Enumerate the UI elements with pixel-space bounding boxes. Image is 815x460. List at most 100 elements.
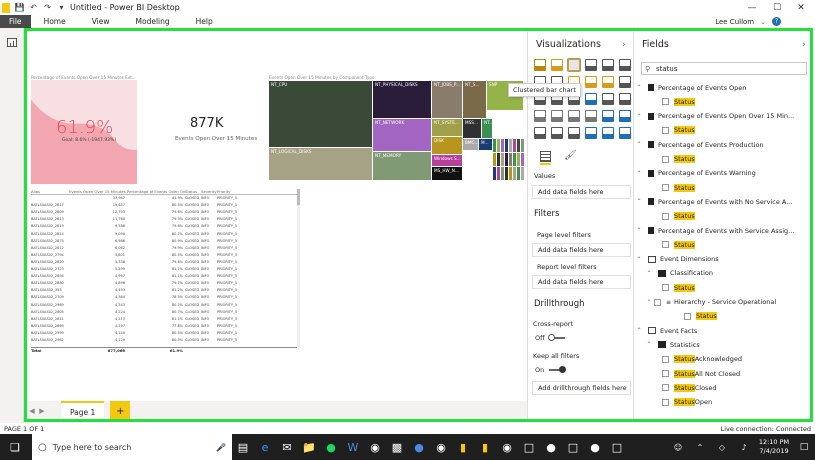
visual-type-icon[interactable] bbox=[585, 59, 597, 71]
page-filters-drop-zone[interactable]: Add data fields here bbox=[532, 243, 631, 257]
clock[interactable]: 12:10 PM 7/4/2019 bbox=[755, 438, 793, 456]
app-icon-5[interactable]: ● bbox=[540, 436, 562, 458]
table-row[interactable]: BATLS0AS02_2794 5,801 80.5% CLOSED INFO PRIOR… bbox=[31, 253, 297, 258]
treemap-cell[interactable]: NT_MEMORY bbox=[373, 152, 431, 180]
treemap-cell[interactable]: NT_LOGICAL_DISKS bbox=[269, 148, 372, 180]
treemap-cell-small[interactable] bbox=[521, 167, 524, 180]
app-icon-3[interactable]: ◉ bbox=[430, 436, 452, 458]
more-visuals-icon[interactable]: … bbox=[536, 129, 543, 137]
checkbox[interactable] bbox=[684, 312, 691, 320]
field-measure[interactable]: ⌃ Percentage of Events Open Over 15 Min..… bbox=[634, 110, 809, 123]
treemap-cell[interactable]: DISK bbox=[432, 137, 462, 154]
visual-type-icon[interactable] bbox=[534, 59, 546, 71]
app-icon-2[interactable]: ● bbox=[408, 436, 430, 458]
visual-type-icon[interactable] bbox=[602, 127, 614, 139]
taskbar-search[interactable]: ○ Type here to search 🎤 bbox=[32, 434, 232, 460]
field-measure[interactable]: ⌃ Percentage of Events Production bbox=[634, 138, 809, 151]
treemap-cell-small[interactable] bbox=[509, 153, 512, 166]
treemap-visual[interactable]: NT_CPU NT_LOGICAL_DISKS NT_PHYSICAL_DISKS N… bbox=[269, 81, 524, 181]
treemap-cell-small[interactable] bbox=[509, 167, 512, 180]
visual-type-icon[interactable] bbox=[551, 59, 563, 71]
chevron-up-icon[interactable]: ⌃ bbox=[634, 256, 644, 263]
visual-type-icon[interactable] bbox=[619, 93, 631, 105]
treemap-cell[interactable]: NT_CPU bbox=[269, 81, 372, 147]
fields-search-input[interactable]: ⚲ status bbox=[641, 62, 807, 75]
app-icon-4[interactable]: □ bbox=[518, 436, 540, 458]
spotify-icon[interactable]: ● bbox=[320, 436, 342, 458]
table-row[interactable]: BATLS0AS02_2969 4,343 80.7% CLOSED INFO PRIOR… bbox=[31, 303, 297, 308]
tab-view[interactable]: View bbox=[79, 15, 123, 28]
treemap-cell-small[interactable] bbox=[509, 139, 512, 152]
checkbox[interactable] bbox=[662, 98, 669, 106]
treemap-cell[interactable]: MSS... bbox=[463, 119, 481, 138]
treemap-cell[interactable]: BMC... bbox=[463, 139, 478, 150]
field-item[interactable]: Status Closed bbox=[634, 381, 809, 394]
field-item[interactable]: Status Open bbox=[634, 396, 809, 409]
fields-well-icon[interactable] bbox=[540, 151, 551, 162]
treemap-cell[interactable]: Windows S... bbox=[432, 155, 462, 166]
checkbox[interactable] bbox=[654, 298, 661, 306]
treemap-cell-small[interactable] bbox=[517, 139, 520, 152]
checkbox[interactable] bbox=[662, 126, 669, 134]
table-row[interactable]: BATLS0AS02_2819 9,586 79.6% CLOSED INFO PRIOR… bbox=[31, 224, 297, 229]
field-measure[interactable]: ⌃ Percentage of Events with Service Assig… bbox=[634, 224, 809, 237]
chevron-up-icon[interactable]: ⌃ bbox=[634, 170, 644, 177]
checkbox[interactable] bbox=[662, 184, 669, 192]
maximize-icon[interactable]: ☐ bbox=[765, 0, 789, 15]
chevron-up-icon[interactable]: ⌃ bbox=[644, 299, 654, 306]
volume-icon[interactable]: ♪ bbox=[733, 436, 755, 458]
field-item[interactable]: Status bbox=[634, 310, 809, 323]
field-item[interactable]: Status bbox=[634, 210, 809, 223]
col-status[interactable]: Status bbox=[185, 189, 201, 194]
checkbox[interactable] bbox=[662, 355, 669, 363]
field-table[interactable]: ⌃ Event Dimensions bbox=[634, 253, 809, 266]
checkbox[interactable] bbox=[662, 370, 669, 377]
powerbi-icon-1[interactable]: ▮ bbox=[452, 436, 474, 458]
visual-type-icon[interactable] bbox=[619, 59, 631, 71]
field-item[interactable]: Status bbox=[634, 124, 809, 137]
people-icon[interactable]: ☺ bbox=[667, 436, 689, 458]
fields-scrollbar[interactable] bbox=[810, 79, 813, 409]
table-row[interactable]: BATLS0AS02_2723 5,295 81.1% CLOSED INFO PRIOR… bbox=[31, 267, 297, 272]
table-row[interactable]: BATLS0AS02_2812 6,062 79.9% CLOSED INFO PRIOR… bbox=[31, 246, 297, 251]
table-row[interactable]: BATLS0AS02_2820 5,338 79.6% CLOSED INFO PRIOR… bbox=[31, 260, 297, 265]
table-row[interactable]: BATLS0AS02_2999 4,140 80.5% CLOSED INFO PRIOR… bbox=[31, 331, 297, 336]
table-row[interactable]: BATLS0AS02_2962 4,129 80.3% CLOSED INFO PRIOR… bbox=[31, 338, 297, 343]
page-prev-icon[interactable]: ◀ bbox=[27, 407, 37, 415]
chevron-up-icon[interactable]: ⌃ bbox=[634, 227, 644, 234]
checkbox[interactable] bbox=[662, 284, 669, 292]
report-view-icon[interactable] bbox=[7, 38, 17, 47]
chevron-down-icon[interactable]: ⌄ bbox=[760, 18, 766, 26]
treemap-cell-small[interactable] bbox=[513, 167, 516, 180]
clustered-bar-chart-icon[interactable] bbox=[567, 58, 581, 72]
visual-type-icon[interactable] bbox=[619, 76, 631, 88]
treemap-cell[interactable]: NT_NETWORK bbox=[373, 119, 431, 151]
table-row[interactable]: BATLS0AS02_2875 6,986 80.9% CLOSED INFO PRIOR… bbox=[31, 239, 297, 244]
treemap-cell-small[interactable] bbox=[505, 153, 508, 166]
treemap-cell-small[interactable] bbox=[513, 153, 516, 166]
tab-file[interactable]: File bbox=[0, 15, 31, 28]
field-item[interactable]: Status bbox=[634, 281, 809, 294]
powerbi-icon-2[interactable]: ▮ bbox=[474, 436, 496, 458]
field-hierarchy[interactable]: ⌃ ≡ Hierarchy - Service Operational bbox=[634, 296, 809, 309]
treemap-cell[interactable]: NT... bbox=[482, 119, 492, 138]
app-icon-7[interactable]: ● bbox=[584, 436, 606, 458]
col-percentage[interactable]: Percentage of Events Open Over 15 Minute… bbox=[127, 189, 185, 194]
field-item[interactable]: Status bbox=[634, 181, 809, 194]
values-drop-zone[interactable]: Add data fields here bbox=[532, 185, 631, 199]
table-row[interactable]: BATLS0AS02_2805 4,224 80.7% CLOSED INFO PRIOR… bbox=[31, 310, 297, 315]
treemap-cell-small[interactable] bbox=[505, 167, 508, 180]
chevron-up-icon[interactable]: ⌃ bbox=[634, 327, 644, 334]
treemap-cell-small[interactable] bbox=[501, 153, 504, 166]
visual-type-icon[interactable] bbox=[551, 127, 563, 139]
treemap-cell[interactable]: NT_SYSTE... bbox=[432, 119, 462, 136]
table-row[interactable]: BATLS0AS02_2809 12,793 79.6% CLOSED INFO PRIO… bbox=[31, 210, 297, 215]
treemap-cell-small[interactable] bbox=[493, 167, 496, 180]
treemap-cell[interactable]: NT_S... bbox=[463, 81, 486, 118]
edge-icon[interactable]: e bbox=[254, 436, 276, 458]
file-explorer-icon[interactable]: 📁 bbox=[298, 436, 320, 458]
treemap-cell[interactable]: NT_PHYSICAL_DISKS bbox=[373, 81, 431, 118]
keep-filters-toggle[interactable] bbox=[549, 366, 566, 373]
visual-type-icon[interactable] bbox=[585, 110, 597, 122]
field-measure[interactable]: ⌃ Percentage of Events Warning bbox=[634, 167, 809, 180]
